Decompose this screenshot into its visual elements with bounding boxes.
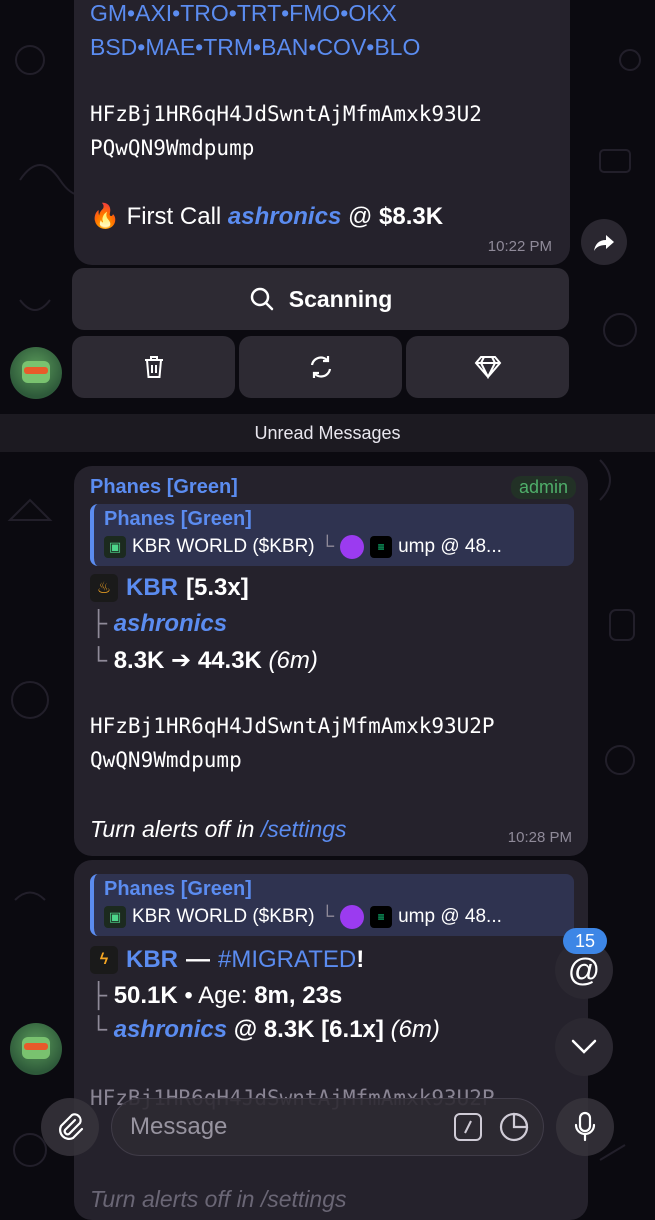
solana-icon: ≡	[370, 536, 393, 558]
voice-record-button[interactable]	[556, 1098, 614, 1156]
tree-row-caller: └ ashronics @ 8.3K [6.1x] (6m)	[90, 1016, 440, 1044]
first-call-at: @	[347, 203, 373, 230]
settings-command-link[interactable]: /settings	[261, 816, 347, 842]
lightning-badge-icon: ϟ	[90, 946, 118, 974]
multiplier-value: [5.3x]	[186, 574, 249, 601]
diamond-icon	[474, 356, 501, 379]
message-bubble-kbr-migrated: Phanes [Green] ▣ KBR WORLD ($KBR) └ ≡ um…	[74, 860, 588, 1220]
migrated-hashtag-link[interactable]: #MIGRATED	[218, 946, 356, 974]
mentions-count-badge: 15	[563, 928, 607, 954]
microphone-icon	[574, 1111, 596, 1142]
age-label: Age:	[198, 982, 248, 1009]
caller-user-link[interactable]: ashronics	[114, 610, 227, 637]
reply-quote[interactable]: Phanes [Green] ▣ KBR WORLD ($KBR) └ ≡ um…	[90, 874, 574, 936]
tree-row-mcap: └ 8.3K ➔ 44.3K (6m)	[90, 646, 318, 675]
message-time: 10:22 PM	[487, 238, 552, 255]
headline-dash: —	[186, 946, 210, 973]
quote-text-line: ▣ KBR WORLD ($KBR) └ ≡ ump @ 48...	[104, 905, 574, 929]
sticker-button[interactable]	[498, 1111, 530, 1143]
message-time: 10:28 PM	[507, 829, 572, 846]
token-icon: ▣	[104, 536, 126, 558]
separator-dot: •	[184, 982, 193, 1009]
attach-button[interactable]	[41, 1098, 99, 1156]
sender-name[interactable]: Phanes [Green]	[90, 476, 238, 499]
contract-address-line-1[interactable]: HFzBj1HR6qH4JdSwntAjMfmAmxk93U2	[90, 102, 482, 126]
tree-prefix: ├	[90, 982, 108, 1009]
quote-token-name: KBR WORLD ($KBR)	[132, 536, 315, 557]
call-value: @ 8.3K [6.1x]	[233, 1016, 384, 1043]
at-sign-icon: @	[567, 951, 601, 988]
ticker-tags-line-2[interactable]: BSD•MAE•TRM•BAN•COV•BLO	[90, 34, 420, 61]
elapsed-time: (6m)	[390, 1016, 440, 1043]
first-call-user-link[interactable]: ashronics	[228, 203, 341, 230]
solana-icon: ≡	[370, 906, 393, 928]
sender-avatar[interactable]	[10, 347, 62, 399]
commands-button[interactable]	[454, 1113, 482, 1141]
footer-text: Turn alerts off in	[90, 816, 255, 842]
token-symbol-link[interactable]: KBR	[126, 946, 178, 974]
slash-command-icon	[464, 1120, 472, 1134]
tree-row-stats: ├ 50.1K • Age: 8m, 23s	[90, 982, 342, 1010]
sender-avatar[interactable]	[10, 1023, 62, 1075]
tree-prefix: └	[90, 1016, 108, 1043]
token-symbol-link[interactable]: KBR	[126, 574, 178, 602]
sticker-icon	[499, 1112, 529, 1142]
ticker-tags-line-1[interactable]: GM•AXI•TRO•TRT•FMO•OKX	[90, 0, 397, 27]
chevron-down-icon	[571, 1039, 597, 1054]
first-call-line: 🔥 First Call ashronics @ $8.3K	[90, 202, 443, 231]
alerts-footer: Turn alerts off in /settings	[90, 816, 347, 843]
headline-bang: !	[356, 946, 365, 973]
diamond-button[interactable]	[406, 336, 569, 398]
purple-circle-icon	[340, 905, 365, 929]
contract-address-line-1[interactable]: HFzBj1HR6qH4JdSwntAjMfmAmxk93U2P	[90, 714, 495, 738]
quote-token-name: KBR WORLD ($KBR)	[132, 906, 315, 927]
tree-row-user: ├ ashronics	[90, 610, 227, 638]
share-arrow-icon	[594, 235, 614, 251]
alert-headline: ♨ KBR [5.3x]	[90, 574, 249, 602]
quote-separator: └	[320, 906, 335, 927]
refresh-icon	[310, 356, 331, 378]
quote-tail-text: ump @ 48...	[398, 536, 502, 557]
message-input-placeholder: Message	[130, 1113, 228, 1140]
delete-button[interactable]	[72, 336, 235, 398]
token-icon: ▣	[104, 906, 126, 928]
tree-prefix: └	[90, 647, 108, 674]
mcap-value: 50.1K	[113, 982, 178, 1009]
reply-quote[interactable]: Phanes [Green] ▣ KBR WORLD ($KBR) └ ≡ um…	[90, 504, 574, 566]
forward-button[interactable]	[581, 219, 627, 265]
purple-circle-icon	[340, 535, 365, 559]
paperclip-icon	[59, 1113, 84, 1140]
migrated-headline: ϟ KBR — #MIGRATED!	[90, 946, 364, 974]
flame-badge-icon: ♨	[90, 574, 118, 602]
refresh-button[interactable]	[239, 336, 402, 398]
contract-address-line-2[interactable]: QwQN9Wmdpump	[90, 748, 242, 772]
quote-tail-text: ump @ 48...	[398, 906, 502, 927]
fire-emoji-icon: 🔥	[90, 203, 120, 230]
quote-separator: └	[320, 536, 335, 557]
unread-messages-divider: Unread Messages	[0, 414, 655, 452]
message-input-field[interactable]: Message	[111, 1098, 544, 1156]
tree-prefix: ├	[90, 610, 108, 637]
mcap-change: 8.3K ➔ 44.3K	[113, 647, 262, 674]
scanning-button[interactable]: Scanning	[72, 268, 569, 330]
first-call-label: First Call	[126, 203, 222, 230]
quote-sender-name: Phanes [Green]	[104, 878, 252, 900]
scroll-to-bottom-button[interactable]	[555, 1018, 613, 1076]
quote-text-line: ▣ KBR WORLD ($KBR) └ ≡ ump @ 48...	[104, 535, 574, 559]
message-bubble-kbr-alert: Phanes [Green] admin Phanes [Green] ▣ KB…	[74, 466, 588, 856]
message-bubble-first-call: GM•AXI•TRO•TRT•FMO•OKX BSD•MAE•TRM•BAN•C…	[74, 0, 570, 265]
admin-badge: admin	[510, 476, 576, 499]
first-call-value: $8.3K	[379, 203, 444, 230]
trash-icon	[144, 356, 163, 378]
quote-sender-name: Phanes [Green]	[104, 508, 252, 530]
caller-user-link[interactable]: ashronics	[114, 1016, 227, 1043]
scanning-label: Scanning	[288, 285, 393, 312]
contract-address-line-2[interactable]: PQwQN9Wmdpump	[90, 136, 254, 160]
search-icon	[250, 287, 273, 311]
age-value: 8m, 23s	[254, 982, 343, 1009]
elapsed-time: (6m)	[268, 647, 318, 674]
unread-messages-label: Unread Messages	[254, 422, 401, 443]
